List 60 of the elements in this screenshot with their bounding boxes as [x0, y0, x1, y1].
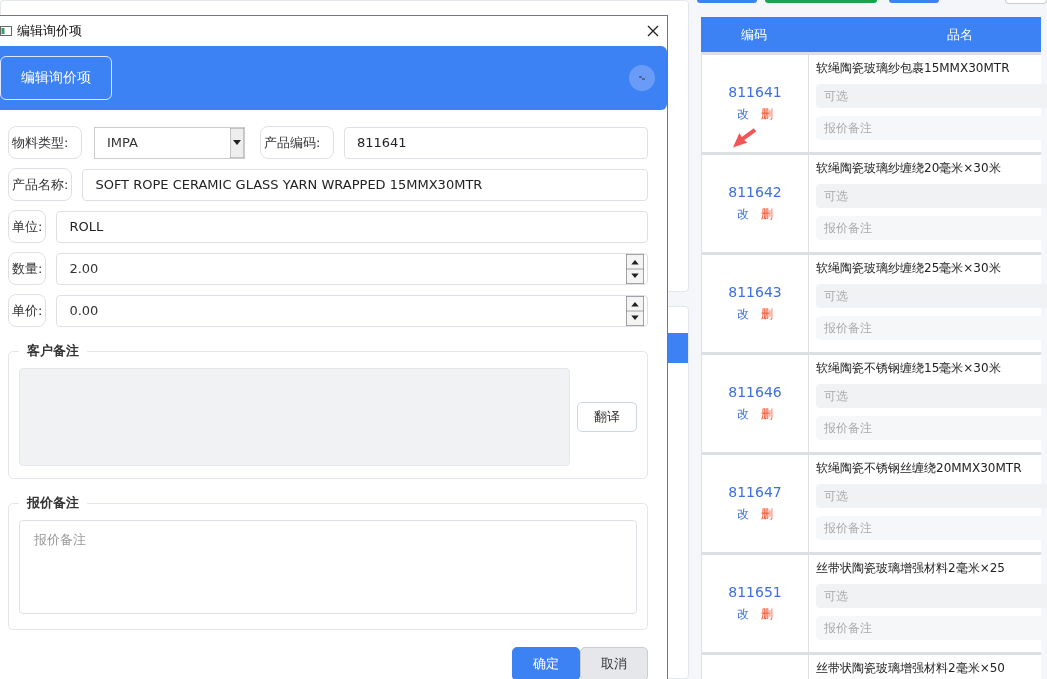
delete-link[interactable]: 删 — [761, 206, 773, 223]
toolbar-button[interactable] — [765, 0, 877, 3]
number-field[interactable]: 2.00 — [56, 252, 648, 285]
edit-link[interactable]: 改 — [737, 306, 749, 323]
product-name: 丝带状陶瓷玻璃增强材料2毫米×50 — [816, 660, 1006, 676]
option-field[interactable]: 可选 — [816, 184, 1047, 208]
field-label: 单位: — [8, 210, 47, 243]
toolbar-field[interactable] — [1005, 0, 1047, 4]
close-icon[interactable] — [647, 25, 659, 37]
spinner-icon[interactable] — [623, 253, 647, 284]
section-title: 客户备注 — [26, 342, 80, 360]
field-label: 数量: — [8, 252, 47, 285]
edit-link[interactable]: 改 — [737, 606, 749, 623]
edit-link[interactable]: 改 — [737, 206, 749, 223]
delete-link[interactable]: 删 — [761, 506, 773, 523]
option-field[interactable]: 可选 — [816, 584, 1047, 608]
delete-link[interactable]: 删 — [761, 606, 773, 623]
product-name: 软绳陶瓷玻璃纱缠绕20毫米×30米 — [816, 160, 1002, 176]
option-field[interactable]: 可选 — [816, 284, 1047, 308]
item-code: 811651 — [728, 584, 782, 600]
window-title: 编辑询价项 — [17, 22, 83, 40]
delete-link[interactable]: 删 — [761, 106, 773, 123]
product-name: 软绳陶瓷玻璃纱缠绕25毫米×30米 — [816, 260, 1002, 276]
toolbar-button[interactable] — [889, 0, 939, 3]
product-name: 丝带状陶瓷玻璃增强材料2毫米×25 — [816, 560, 1006, 576]
input-field[interactable]: SOFT ROPE CERAMIC GLASS YARN WRAPPED 15MMX30MTR — [82, 168, 648, 201]
delete-link[interactable]: 删 — [761, 306, 773, 323]
input-field[interactable]: ROLL — [56, 210, 648, 243]
option-field[interactable]: 可选 — [816, 484, 1047, 508]
field-label: 产品名称: — [8, 168, 73, 201]
header-button[interactable]: 编辑询价项 — [0, 56, 112, 100]
product-name: 软绳陶瓷不锈钢丝缠绕20MMX30MTR — [816, 460, 1023, 476]
item-code: 811646 — [728, 384, 782, 400]
delete-link[interactable]: 删 — [761, 406, 773, 423]
material-type-select[interactable]: IMPA — [94, 126, 245, 159]
edit-link[interactable]: 改 — [737, 106, 749, 123]
item-code: 811642 — [728, 184, 782, 200]
column-header: 品名 — [946, 25, 974, 44]
option-field[interactable]: 可选 — [816, 84, 1047, 108]
spinner-icon[interactable] — [623, 295, 647, 326]
product-name: 软绳陶瓷不锈钢缠绕15毫米×30米 — [816, 360, 1002, 376]
product-name: 软绳陶瓷玻璃纱包裹15MMX30MTR — [816, 60, 1011, 76]
item-code: 811641 — [728, 84, 782, 100]
edit-link[interactable]: 改 — [737, 506, 749, 523]
number-field[interactable]: 0.00 — [56, 294, 648, 327]
item-code: 811643 — [728, 284, 782, 300]
cancel-button[interactable]: 取消 — [580, 647, 648, 679]
toolbar-button[interactable] — [697, 0, 757, 3]
field-label: 物料类型: — [8, 126, 82, 159]
column-header: 编码 — [740, 25, 768, 44]
field-label: 单价: — [8, 294, 47, 327]
section-title: 报价备注 — [25, 494, 80, 512]
quote-note-field[interactable]: 报价备注 — [19, 520, 637, 614]
item-code: 811647 — [728, 484, 782, 500]
field-label: 产品编码: — [260, 126, 334, 159]
caret-icon — [230, 127, 244, 158]
edit-link[interactable]: 改 — [737, 406, 749, 423]
input-field[interactable]: 811641 — [344, 126, 648, 159]
confirm-button[interactable]: 确定 — [512, 647, 580, 679]
option-field[interactable]: 可选 — [816, 384, 1047, 408]
